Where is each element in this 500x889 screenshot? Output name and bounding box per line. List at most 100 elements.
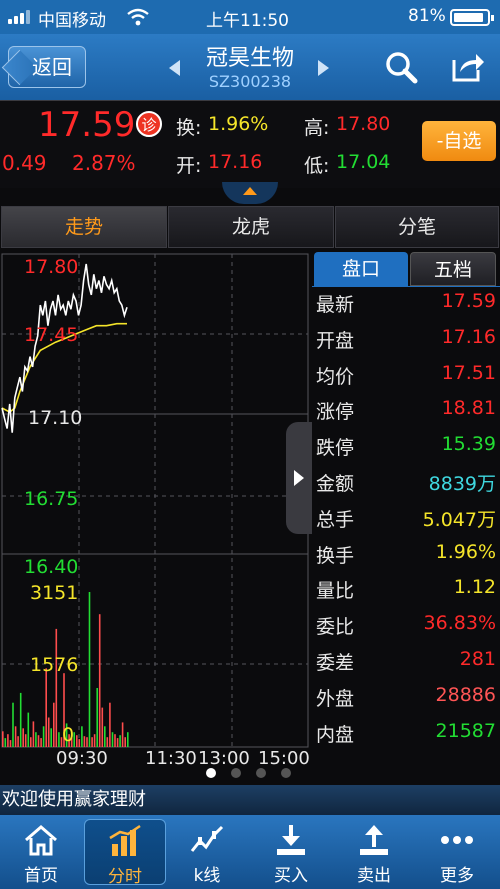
bar-chart-icon: [109, 824, 141, 856]
panel-row-label: 换手: [316, 544, 355, 567]
nav-buy[interactable]: 买入: [250, 815, 332, 889]
turnover-label: 换:: [176, 117, 202, 139]
panel-row-label: 委差: [316, 652, 355, 674]
volume-axis-label-1: 1576: [30, 654, 79, 676]
panel-row-value: 281: [459, 648, 496, 670]
add-watchlist-button[interactable]: -自选: [422, 121, 496, 161]
panel-row: 跌停 15.39: [316, 433, 498, 469]
volume-bar: [9, 740, 12, 747]
stock-code: SZ300238: [208, 72, 292, 91]
back-button[interactable]: 返回: [8, 46, 86, 88]
high-value: 17.80: [336, 113, 391, 135]
panel-row-value: 15.39: [441, 433, 496, 456]
panel-row-value: 17.51: [441, 361, 496, 384]
stock-name: 冠昊生物: [205, 46, 294, 71]
price-axis-label-4: 16.40: [24, 556, 79, 578]
time-axis-label-1: 11:30: [145, 748, 197, 769]
panel-row: 量比 1.12: [316, 576, 498, 612]
time-axis-label-3: 15:00: [258, 748, 310, 769]
panel-row-label: 委比: [316, 616, 355, 639]
search-icon[interactable]: [384, 50, 418, 84]
volume-bar: [55, 628, 58, 747]
nav-more-label: 更多: [440, 866, 474, 886]
volume-bar: [119, 735, 121, 747]
low-value: 17.04: [336, 151, 391, 173]
panel-row-value: 8839万: [428, 473, 496, 495]
panel-divider: [312, 286, 500, 287]
tab-dragon-tiger[interactable]: 龙虎: [168, 206, 334, 248]
panel-row-value: 36.83%: [423, 612, 496, 635]
panel-row-value: 17.59: [441, 290, 496, 312]
nav-kline-label: k线: [193, 866, 221, 886]
panel-row: 外盘 28886: [316, 684, 498, 720]
page-dot: [256, 768, 266, 778]
nav-kline[interactable]: k线: [166, 815, 248, 889]
volume-bar: [17, 736, 19, 747]
volume-bar: [106, 737, 109, 747]
carrier-label: 中国移动: [38, 11, 106, 31]
nav-intraday[interactable]: 分时: [84, 819, 166, 887]
volume-bar: [98, 614, 101, 747]
last-price: 17.59: [38, 105, 136, 145]
panel-row-value: 28886: [435, 683, 496, 706]
panel-row-value: 1.12: [453, 576, 496, 599]
volume-bar: [76, 735, 78, 747]
trend-line-icon: [190, 825, 224, 852]
bottom-nav: 首页 分时 k线 买入 卖出 更多: [0, 815, 500, 889]
volume-bar: [37, 735, 40, 747]
volume-bar: [101, 707, 104, 747]
panel-row-label: 涨停: [316, 401, 355, 424]
panel-row: 涨停 18.81: [316, 397, 498, 433]
panel-toggle-handle[interactable]: [286, 422, 312, 534]
nav-buy-label: 买入: [274, 866, 308, 886]
nav-home[interactable]: 首页: [0, 815, 82, 889]
volume-bar: [2, 731, 4, 747]
volume-axis-label-2: 0: [62, 724, 75, 746]
turnover-value: 1.96%: [208, 113, 269, 135]
volume-bar: [7, 734, 9, 747]
upload-icon: [360, 825, 388, 855]
high-label: 高:: [304, 117, 330, 139]
nav-sell-label: 卖出: [357, 866, 391, 886]
next-stock-icon[interactable]: [316, 58, 332, 78]
battery-percent: 81%: [408, 6, 446, 26]
volume-bar: [27, 712, 30, 747]
quote-header: 17.59 诊 0.49 2.87% 换: 1.96% 开: 17.16 高: …: [0, 100, 500, 188]
collapse-handle[interactable]: [222, 182, 278, 204]
download-icon: [277, 825, 305, 855]
panel-row-label: 均价: [316, 365, 355, 388]
status-bar: 中国移动 上午11:50 81%: [0, 0, 500, 34]
share-icon[interactable]: [450, 50, 486, 82]
low-label: 低:: [304, 155, 330, 177]
volume-bar: [58, 732, 60, 747]
volume-bar: [45, 668, 47, 747]
diagnose-icon[interactable]: 诊: [136, 111, 162, 137]
tab-ticks[interactable]: 分笔: [335, 206, 499, 248]
tab-order-book[interactable]: 盘口: [314, 252, 408, 286]
tab-five-levels[interactable]: 五档: [410, 252, 496, 286]
page-dot: [281, 768, 291, 778]
volume-bar: [124, 737, 126, 747]
nav-home-label: 首页: [24, 866, 58, 886]
volume-bar: [50, 728, 52, 747]
volume-bar: [88, 592, 91, 747]
nav-sell[interactable]: 卖出: [333, 815, 415, 889]
volume-bar: [24, 734, 27, 747]
intraday-chart[interactable]: 17.80 17.45 17.10 16.75 16.40 3151 1576 …: [0, 252, 312, 772]
page-dot-active: [206, 768, 216, 778]
panel-row-label: 量比: [316, 580, 355, 603]
nav-more[interactable]: 更多: [416, 815, 498, 889]
tab-trend[interactable]: 走势: [1, 206, 167, 248]
open-value: 17.16: [208, 151, 263, 173]
panel-row: 开盘 17.16: [316, 326, 498, 362]
price-change-percent: 2.87%: [72, 151, 136, 175]
panel-row-value: 1.96%: [435, 540, 496, 563]
panel-row: 内盘 21587: [316, 720, 498, 756]
wifi-icon: [127, 8, 149, 26]
more-icon: [441, 836, 473, 844]
volume-bar: [121, 722, 124, 747]
volume-bar: [111, 732, 114, 747]
volume-bar: [93, 734, 96, 747]
panel-row-value: 5.047万: [422, 508, 496, 531]
volume-bar: [86, 737, 88, 747]
